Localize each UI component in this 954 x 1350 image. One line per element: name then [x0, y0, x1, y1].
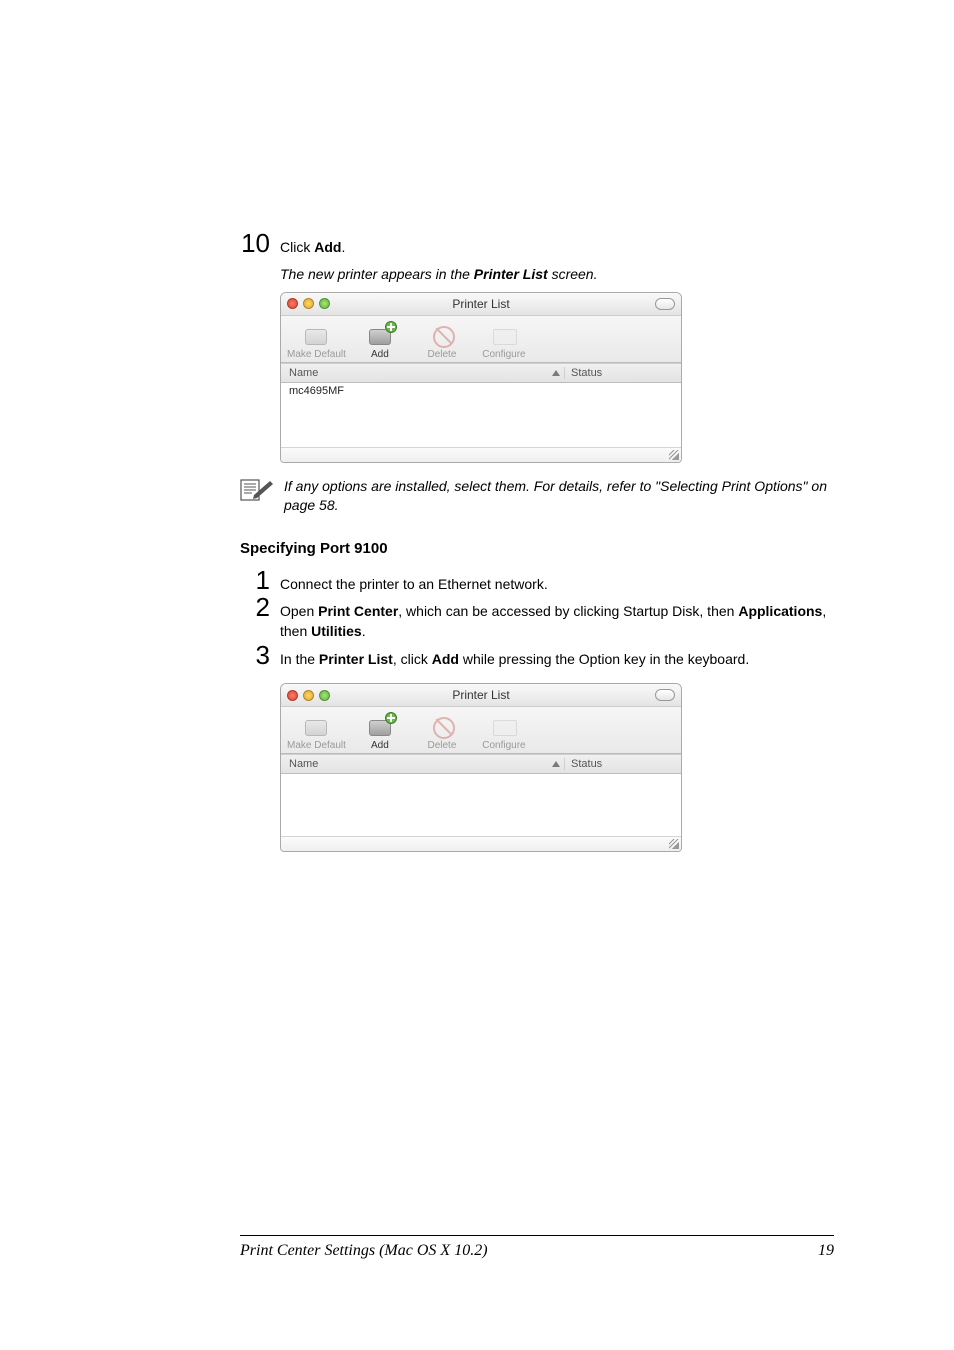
window-title: Printer List	[281, 688, 681, 702]
minimize-icon[interactable]	[303, 298, 314, 309]
step10-bold: Add	[314, 239, 341, 255]
configure-label: Configure	[482, 349, 525, 360]
page-footer: Print Center Settings (Mac OS X 10.2) 19	[240, 1235, 834, 1260]
add-label: Add	[371, 740, 389, 751]
step10-pre: Click	[280, 239, 314, 255]
step2-bold1: Print Center	[318, 603, 398, 619]
minimize-icon[interactable]	[303, 690, 314, 701]
subheading-port-9100: Specifying Port 9100	[240, 540, 834, 557]
step3-pre: In the	[280, 651, 319, 667]
step2-bold2: Applications	[738, 603, 822, 619]
titlebar: Printer List	[281, 293, 681, 316]
step-2-text: Open Print Center, which can be accessed…	[280, 594, 834, 641]
note-icon	[240, 477, 274, 516]
note-text: If any options are installed, select the…	[284, 477, 834, 516]
delete-button: Delete	[414, 714, 470, 751]
list-item[interactable]: mc4695MF	[289, 385, 673, 397]
step3-post: while pressing the Option key in the key…	[459, 651, 749, 667]
add-button[interactable]: Add	[352, 323, 408, 360]
footer-page-number: 19	[818, 1242, 834, 1260]
sort-asc-icon	[552, 761, 560, 767]
step-3-text: In the Printer List, click Add while pre…	[280, 642, 834, 670]
step3-bold1: Printer List	[319, 651, 393, 667]
column-status[interactable]: Status	[565, 367, 681, 379]
step-10-text: Click Add.	[280, 230, 834, 258]
caption1-post: screen.	[548, 266, 598, 282]
add-label: Add	[371, 349, 389, 360]
column-name-label: Name	[289, 758, 318, 770]
make-default-button: Make Default	[287, 714, 346, 751]
printer-list-window-2: Printer List Make Default Add Delete Con…	[280, 683, 682, 852]
step10-post: .	[341, 239, 345, 255]
list-header: Name Status	[281, 754, 681, 774]
caption1-pre: The new printer appears in the	[280, 266, 474, 282]
delete-label: Delete	[427, 740, 456, 751]
configure-button: Configure	[476, 714, 532, 751]
zoom-icon[interactable]	[319, 298, 330, 309]
make-default-label: Make Default	[287, 740, 346, 751]
list-header: Name Status	[281, 363, 681, 383]
window-title: Printer List	[281, 297, 681, 311]
delete-label: Delete	[427, 349, 456, 360]
column-name-label: Name	[289, 367, 318, 379]
caption1-bold: Printer List	[474, 266, 548, 282]
step2-bold3: Utilities	[311, 623, 362, 639]
column-name[interactable]: Name	[281, 758, 565, 770]
step2-pre: Open	[280, 603, 318, 619]
printer-list-window-1: Printer List Make Default Add Delete Con…	[280, 292, 682, 463]
caption-new-printer: The new printer appears in the Printer L…	[280, 266, 834, 282]
column-name[interactable]: Name	[281, 367, 565, 379]
step-number-10: 10	[240, 230, 270, 256]
make-default-label: Make Default	[287, 349, 346, 360]
close-icon[interactable]	[287, 690, 298, 701]
resize-grip-icon[interactable]	[669, 450, 679, 460]
sort-asc-icon	[552, 370, 560, 376]
configure-button: Configure	[476, 323, 532, 360]
toolbar: Make Default Add Delete Configure	[281, 707, 681, 754]
titlebar: Printer List	[281, 684, 681, 707]
step3-bold2: Add	[432, 651, 459, 667]
footer-section-title: Print Center Settings (Mac OS X 10.2)	[240, 1242, 488, 1260]
make-default-button: Make Default	[287, 323, 346, 360]
plus-icon	[385, 712, 397, 724]
window-controls	[287, 690, 330, 701]
step-number-1: 1	[240, 567, 270, 593]
step2-post: .	[362, 623, 366, 639]
delete-button: Delete	[414, 323, 470, 360]
no-entry-icon	[433, 717, 455, 739]
column-status[interactable]: Status	[565, 758, 681, 770]
step-1-text: Connect the printer to an Ethernet netwo…	[280, 567, 834, 595]
window-footer	[281, 836, 681, 851]
toolbar: Make Default Add Delete Configure	[281, 316, 681, 363]
zoom-icon[interactable]	[319, 690, 330, 701]
window-footer	[281, 447, 681, 462]
plus-icon	[385, 321, 397, 333]
step2-mid: , which can be accessed by clicking Star…	[398, 603, 738, 619]
step3-mid: , click	[393, 651, 432, 667]
window-controls	[287, 298, 330, 309]
step-number-2: 2	[240, 594, 270, 620]
add-button[interactable]: Add	[352, 714, 408, 751]
toolbar-toggle-icon[interactable]	[655, 298, 675, 310]
toolbar-toggle-icon[interactable]	[655, 689, 675, 701]
printer-list[interactable]: mc4695MF	[281, 383, 681, 447]
step-number-3: 3	[240, 642, 270, 668]
configure-label: Configure	[482, 740, 525, 751]
resize-grip-icon[interactable]	[669, 839, 679, 849]
close-icon[interactable]	[287, 298, 298, 309]
no-entry-icon	[433, 326, 455, 348]
printer-list[interactable]	[281, 774, 681, 836]
